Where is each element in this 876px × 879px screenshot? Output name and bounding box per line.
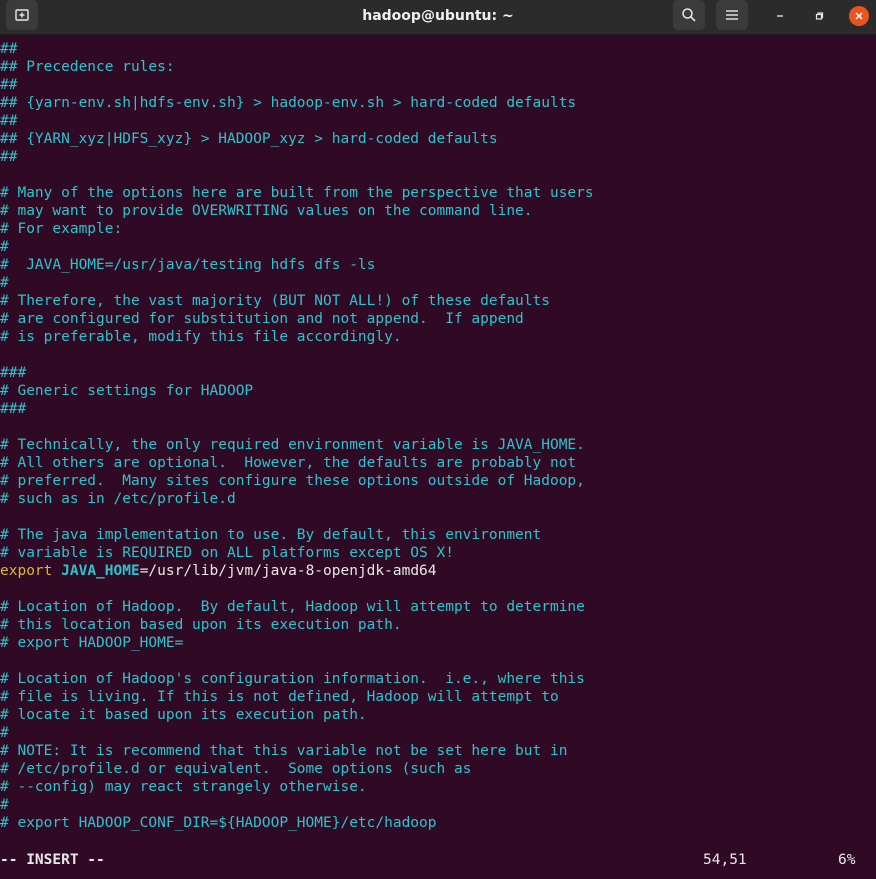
variable-name: JAVA_HOME: [61, 563, 140, 579]
code-line: ##: [0, 41, 18, 57]
close-button[interactable]: [849, 6, 869, 26]
code-line: #: [0, 797, 9, 813]
code-line: # is preferable, modify this file accord…: [0, 329, 402, 345]
export-keyword: export: [0, 563, 53, 579]
code-line: # JAVA_HOME=/usr/java/testing hdfs dfs -…: [0, 257, 376, 273]
minimize-icon: [777, 15, 783, 17]
code-line: #: [0, 239, 9, 255]
code-line: # The java implementation to use. By def…: [0, 527, 542, 543]
close-icon: [855, 12, 863, 20]
code-line: # locate it based upon its execution pat…: [0, 707, 367, 723]
code-line: # /etc/profile.d or equivalent. Some opt…: [0, 761, 472, 777]
terminal-content[interactable]: ## ## Precedence rules: ## ## {yarn-env.sh|…: [0, 40, 876, 850]
code-line: # --config) may react strangely otherwis…: [0, 779, 367, 795]
code-line: # NOTE: It is recommend that this variab…: [0, 743, 568, 759]
code-line: export JAVA_HOME=/usr/lib/jvm/java-8-ope…: [0, 562, 876, 580]
code-line: # export HADOOP_HOME=: [0, 635, 184, 651]
code-line: ###: [0, 401, 27, 417]
code-line: ## {YARN_xyz|HDFS_xyz} > HADOOP_xyz > ha…: [0, 131, 498, 147]
code-line: # Location of Hadoop's configuration inf…: [0, 671, 585, 687]
code-line: ##: [0, 149, 18, 165]
code-line: # may want to provide OVERWRITING values…: [0, 203, 533, 219]
code-line: # Therefore, the vast majority (BUT NOT …: [0, 293, 550, 309]
cursor-position: 54,51: [703, 852, 747, 868]
search-icon: [682, 8, 696, 22]
code-line: # Generic settings for HADOOP: [0, 383, 254, 399]
minimize-button[interactable]: [770, 6, 790, 26]
code-line: #: [0, 275, 9, 291]
code-line: # such as in /etc/profile.d: [0, 491, 236, 507]
variable-value: =/usr/lib/jvm/java-8-openjdk-amd64: [139, 563, 437, 579]
code-line: # Technically, the only required environ…: [0, 437, 585, 453]
hamburger-menu-icon: [726, 10, 738, 20]
code-line: ## {yarn-env.sh|hdfs-env.sh} > hadoop-en…: [0, 95, 577, 111]
vim-status-line: -- INSERT -- 54,51 6%: [0, 850, 876, 870]
code-line: # Location of Hadoop. By default, Hadoop…: [0, 599, 585, 615]
code-line: # All others are optional. However, the …: [0, 455, 577, 471]
code-line: # are configured for substitution and no…: [0, 311, 524, 327]
scroll-percent: 6%: [838, 852, 856, 868]
code-line: ###: [0, 365, 27, 381]
code-line: ##: [0, 77, 18, 93]
search-button[interactable]: [673, 0, 705, 30]
code-line: # variable is REQUIRED on ALL platforms …: [0, 545, 454, 561]
insert-mode-indicator: -- INSERT --: [0, 852, 105, 868]
code-line: # export HADOOP_CONF_DIR=${HADOOP_HOME}/…: [0, 815, 437, 831]
code-line: # For example:: [0, 221, 123, 237]
code-line: # preferred. Many sites configure these …: [0, 473, 585, 489]
menu-button[interactable]: [716, 0, 748, 30]
code-line: ## Precedence rules:: [0, 59, 175, 75]
code-line: ##: [0, 113, 18, 129]
title-bar: hadoop@ubuntu: ~: [0, 0, 876, 35]
code-line: # this location based upon its execution…: [0, 617, 402, 633]
code-line: #: [0, 725, 9, 741]
maximize-button[interactable]: [809, 6, 829, 26]
maximize-icon: [815, 12, 824, 20]
code-line: # file is living. If this is not defined…: [0, 689, 559, 705]
code-line: # Many of the options here are built fro…: [0, 185, 594, 201]
